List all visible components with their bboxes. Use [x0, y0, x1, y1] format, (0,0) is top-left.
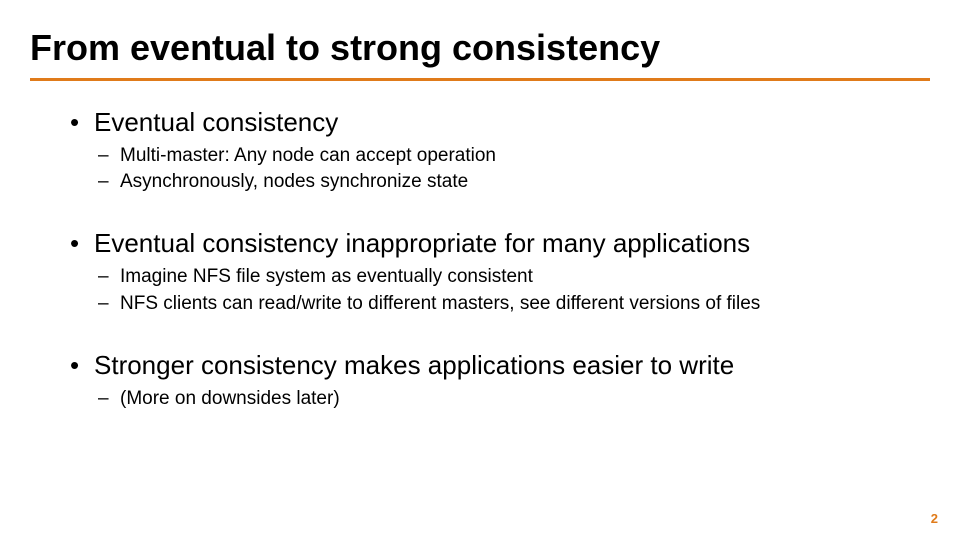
- bullet-dash-icon: –: [98, 292, 120, 316]
- bullet-text: Stronger consistency makes applications …: [94, 350, 734, 381]
- bullet-level2: – Asynchronously, nodes synchronize stat…: [70, 170, 920, 194]
- title-divider: [30, 78, 930, 81]
- bullet-level1: • Stronger consistency makes application…: [70, 350, 920, 381]
- slide: From eventual to strong consistency • Ev…: [0, 0, 960, 540]
- bullet-dash-icon: –: [98, 170, 120, 194]
- bullet-dot-icon: •: [70, 350, 94, 381]
- bullet-dash-icon: –: [98, 387, 120, 411]
- bullet-text: NFS clients can read/write to different …: [120, 292, 760, 316]
- bullet-group: • Eventual consistency inappropriate for…: [70, 228, 920, 316]
- bullet-text: Multi-master: Any node can accept operat…: [120, 144, 496, 168]
- bullet-text: Imagine NFS file system as eventually co…: [120, 265, 533, 289]
- bullet-text: Eventual consistency: [94, 107, 338, 138]
- bullet-level2: – NFS clients can read/write to differen…: [70, 292, 920, 316]
- bullet-level1: • Eventual consistency inappropriate for…: [70, 228, 920, 259]
- bullet-dot-icon: •: [70, 228, 94, 259]
- bullet-text: (More on downsides later): [120, 387, 340, 411]
- slide-content: • Eventual consistency – Multi-master: A…: [30, 107, 930, 412]
- bullet-group: • Eventual consistency – Multi-master: A…: [70, 107, 920, 195]
- bullet-level2: – (More on downsides later): [70, 387, 920, 411]
- page-number: 2: [931, 511, 938, 526]
- bullet-dash-icon: –: [98, 265, 120, 289]
- bullet-dot-icon: •: [70, 107, 94, 138]
- bullet-level2: – Multi-master: Any node can accept oper…: [70, 144, 920, 168]
- bullet-text: Eventual consistency inappropriate for m…: [94, 228, 750, 259]
- slide-title: From eventual to strong consistency: [30, 28, 930, 68]
- bullet-text: Asynchronously, nodes synchronize state: [120, 170, 468, 194]
- bullet-group: • Stronger consistency makes application…: [70, 350, 920, 411]
- bullet-level2: – Imagine NFS file system as eventually …: [70, 265, 920, 289]
- bullet-level1: • Eventual consistency: [70, 107, 920, 138]
- bullet-dash-icon: –: [98, 144, 120, 168]
